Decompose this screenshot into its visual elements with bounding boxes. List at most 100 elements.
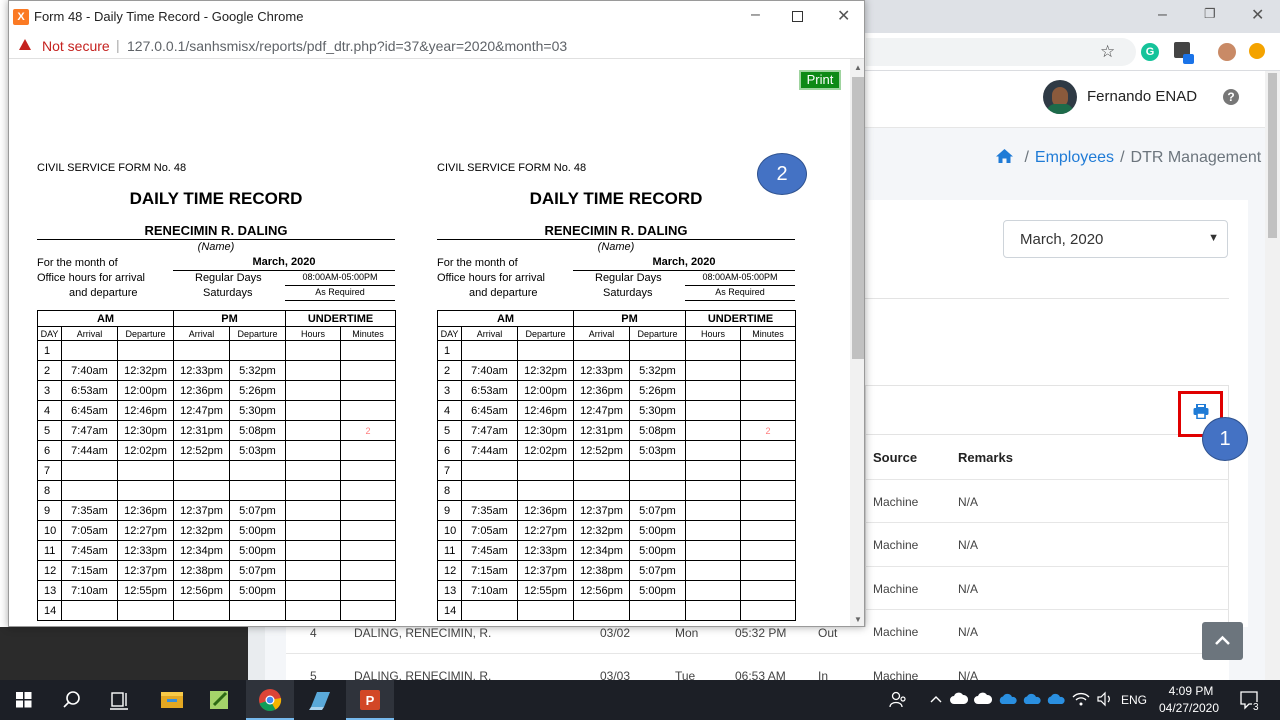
clock-time[interactable]: 4:09 PM xyxy=(1160,684,1222,698)
grammarly-extension-icon[interactable]: G xyxy=(1141,43,1159,61)
table-row: 12 7:15am 12:37pm 12:38pm 5:07pm xyxy=(437,560,797,581)
maximize-icon[interactable] xyxy=(792,11,803,22)
home-icon[interactable] xyxy=(995,148,1014,164)
chrome-taskbar-icon[interactable] xyxy=(246,680,294,720)
month-select[interactable]: March, 2020 ▼ xyxy=(1003,220,1228,258)
page-scrollbar[interactable] xyxy=(1265,71,1280,680)
cell-am-departure xyxy=(116,460,175,481)
people-icon[interactable] xyxy=(888,690,908,710)
office-hours-label: Office hours for arrival xyxy=(37,272,146,284)
col-pm-arrival: Arrival xyxy=(573,326,631,341)
windows-start-icon[interactable] xyxy=(0,680,48,720)
cell-pm-arrival: 12:36pm xyxy=(173,380,231,401)
cell-pm-departure: 5:00pm xyxy=(229,540,287,561)
table-row: 4 6:45am 12:46pm 12:47pm 5:30pm xyxy=(37,400,397,421)
pdf-scrollbar[interactable]: ▲ ▼ xyxy=(850,59,864,626)
cell-day: Mon xyxy=(675,626,699,640)
saturdays-label: Saturdays xyxy=(203,287,253,299)
close-icon[interactable]: ✕ xyxy=(837,6,850,26)
notepad-plus-icon[interactable] xyxy=(196,680,244,720)
cell-undertime-minutes xyxy=(740,500,797,521)
file-explorer-icon[interactable] xyxy=(148,680,196,720)
scroll-down-icon[interactable]: ▼ xyxy=(854,615,862,624)
dtr-popup-window: X Form 48 - Daily Time Record - Google C… xyxy=(8,0,865,627)
task-view-icon[interactable] xyxy=(96,680,144,720)
cell-undertime-minutes xyxy=(340,340,397,361)
printer-icon xyxy=(1193,404,1209,419)
col-am-arrival: Arrival xyxy=(61,326,118,341)
cloud-upload-icon[interactable] xyxy=(974,691,992,707)
cell-day: 10 xyxy=(37,520,62,541)
cell-undertime-minutes xyxy=(340,480,397,501)
cell-pm-departure: 5:30pm xyxy=(229,400,287,421)
username[interactable]: Fernando ENAD xyxy=(1087,88,1197,105)
cell-day: 11 xyxy=(37,540,62,561)
back-to-top-button[interactable] xyxy=(1202,622,1243,660)
language-indicator[interactable]: ENG xyxy=(1121,693,1147,707)
cell-pm-departure: 5:30pm xyxy=(629,400,687,421)
cell-am-departure: 12:33pm xyxy=(516,540,575,561)
browser-tab-strip xyxy=(865,0,1280,33)
cell-employee-name: DALING, RENECIMIN, R. xyxy=(354,626,492,640)
help-icon[interactable]: ? xyxy=(1223,89,1239,105)
month-label: For the month of xyxy=(437,257,518,269)
restore-icon[interactable]: ❐ xyxy=(1204,6,1216,22)
warning-icon xyxy=(19,39,31,50)
scrollbar-thumb[interactable] xyxy=(852,77,864,359)
col-hours: Hours xyxy=(285,326,342,341)
cell-am-departure xyxy=(516,460,575,481)
address-bar[interactable] xyxy=(866,38,1136,66)
cell-am-departure: 12:36pm xyxy=(116,500,175,521)
cell-pm-departure: 5:26pm xyxy=(629,380,687,401)
cell-pm-departure: 5:00pm xyxy=(229,520,287,541)
month-value: March, 2020 xyxy=(652,256,716,268)
cell-type: Out xyxy=(818,626,838,640)
powerpoint-icon[interactable]: P xyxy=(346,680,394,720)
cell-am-arrival: 6:53am xyxy=(61,380,118,401)
popup-url[interactable]: 127.0.0.1/sanhsmisx/reports/pdf_dtr.php?… xyxy=(127,38,567,54)
cell-day: 5 xyxy=(437,420,462,441)
scrollbar-thumb[interactable] xyxy=(1268,73,1277,238)
cell-source: Machine xyxy=(873,582,919,596)
cell-pm-arrival: 12:33pm xyxy=(573,360,631,381)
scroll-up-icon[interactable]: ▲ xyxy=(854,63,862,72)
breadcrumb-employees-link[interactable]: Employees xyxy=(1035,149,1114,166)
column-header-remarks[interactable]: Remarks xyxy=(958,450,1013,465)
minimize-icon[interactable]: – xyxy=(751,6,760,24)
clock-date[interactable]: 04/27/2020 xyxy=(1154,701,1224,715)
onedrive-icon[interactable] xyxy=(998,692,1018,706)
cell-pm-departure: 5:03pm xyxy=(229,440,287,461)
extension-orange-icon[interactable] xyxy=(1249,43,1265,59)
cell-am-arrival: 7:35am xyxy=(461,500,518,521)
onedrive-icon[interactable] xyxy=(1022,692,1042,706)
cell-pm-arrival: 12:38pm xyxy=(173,560,231,581)
cell-day: 7 xyxy=(37,460,62,481)
close-window-icon[interactable]: ✕ xyxy=(1251,5,1264,25)
volume-icon[interactable] xyxy=(1096,691,1114,707)
minimize-icon[interactable]: – xyxy=(1158,6,1167,24)
table-row-divider xyxy=(286,653,1229,654)
wifi-icon[interactable] xyxy=(1072,691,1090,707)
onedrive-icon[interactable] xyxy=(1046,692,1066,706)
cell-am-arrival xyxy=(461,460,518,481)
cell-pm-arrival: 12:38pm xyxy=(573,560,631,581)
month-underline xyxy=(573,270,795,271)
not-secure-label[interactable]: Not secure xyxy=(42,38,110,54)
cell-undertime-minutes xyxy=(740,480,797,501)
cloud-upload-icon[interactable] xyxy=(950,691,968,707)
office-hours-label-2: and departure xyxy=(69,287,138,299)
cell-pm-arrival: 12:32pm xyxy=(173,520,231,541)
print-button[interactable]: Print xyxy=(799,70,841,90)
cell-pm-arrival: 12:37pm xyxy=(573,500,631,521)
table-row: 8 xyxy=(37,480,397,501)
cell-pm-arrival: 12:32pm xyxy=(573,520,631,541)
user-avatar[interactable] xyxy=(1043,80,1077,114)
column-header-source[interactable]: Source xyxy=(873,450,917,465)
notes-app-icon[interactable] xyxy=(296,680,344,720)
profile-extension-icon[interactable] xyxy=(1218,43,1236,61)
bookmark-star-icon[interactable]: ☆ xyxy=(1100,42,1115,62)
search-icon[interactable] xyxy=(48,680,96,720)
cell-undertime-hours xyxy=(285,380,342,401)
table-header-row: AM PM UNDERTIME xyxy=(36,310,397,327)
chevron-up-icon[interactable] xyxy=(929,692,943,706)
